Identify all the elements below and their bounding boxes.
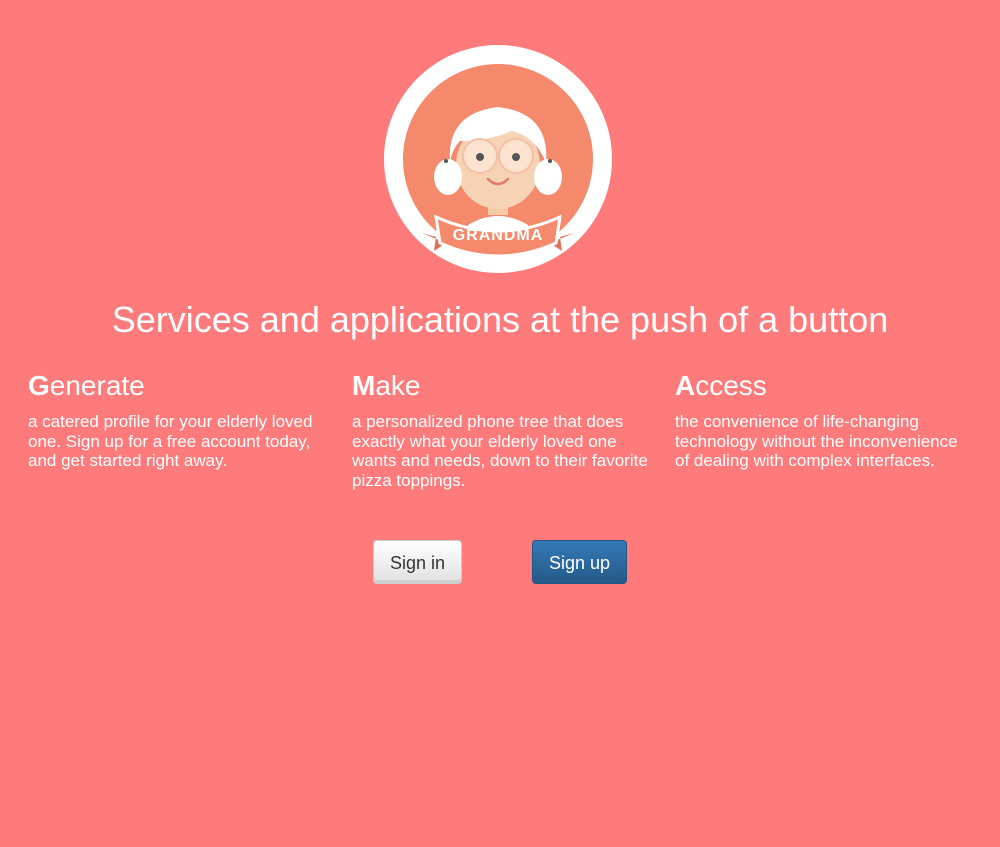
- feature-title-initial: G: [28, 370, 50, 401]
- features-section: Generate a catered profile for your elde…: [28, 368, 972, 508]
- feature-title: Make: [352, 368, 648, 404]
- feature-title-initial: A: [675, 370, 696, 401]
- feature-access: Access the convenience of life-changing …: [675, 368, 971, 471]
- feature-title-initial: M: [352, 370, 376, 401]
- feature-title-rest: enerate: [49, 370, 145, 401]
- feature-title: Generate: [28, 368, 324, 404]
- feature-make: Make a personalized phone tree that does…: [352, 368, 648, 490]
- feature-title: Access: [675, 368, 971, 404]
- logo-banner-text: GRANDMA: [453, 227, 544, 244]
- feature-title-rest: ake: [375, 370, 421, 401]
- feature-description: the convenience of life-changing technol…: [675, 412, 958, 470]
- feature-description: a personalized phone tree that does exac…: [352, 412, 648, 490]
- feature-generate: Generate a catered profile for your elde…: [28, 368, 324, 471]
- sign-in-button[interactable]: Sign in: [373, 540, 462, 584]
- feature-description: a catered profile for your elderly loved…: [28, 412, 313, 470]
- page-tagline: Services and applications at the push of…: [111, 299, 889, 340]
- sign-up-button[interactable]: Sign up: [532, 540, 627, 584]
- grandma-avatar-icon: GRANDMA: [384, 45, 612, 273]
- feature-title-rest: ccess: [695, 370, 767, 401]
- grandma-logo: GRANDMA: [384, 45, 612, 273]
